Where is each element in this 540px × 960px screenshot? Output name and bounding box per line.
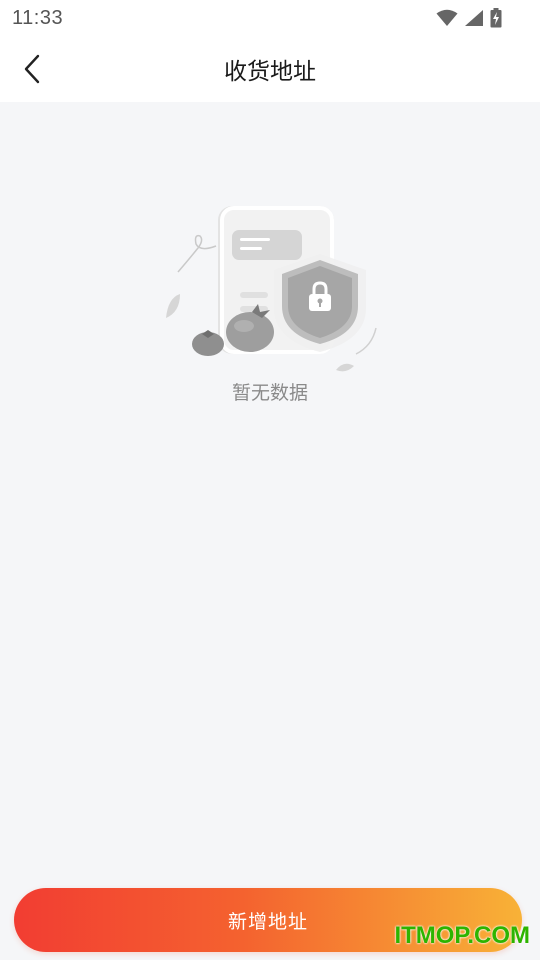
- wifi-icon: [436, 9, 458, 26]
- back-button[interactable]: [14, 47, 50, 91]
- watermark: ITMOP.COM: [394, 922, 530, 949]
- status-icons: [436, 8, 502, 28]
- chevron-left-icon: [24, 54, 40, 84]
- status-bar: 11:33: [0, 0, 540, 36]
- battery-charging-icon: [490, 8, 502, 28]
- empty-illustration: [160, 200, 384, 378]
- empty-state-text: 暂无数据: [231, 382, 308, 404]
- app-header: 收货地址: [0, 36, 540, 102]
- address-security-illustration: [166, 206, 377, 372]
- cell-signal-icon: [465, 10, 483, 26]
- add-address-label: 新增地址: [227, 910, 308, 933]
- status-time: 11:33: [12, 6, 64, 29]
- page-title: 收货地址: [224, 59, 316, 85]
